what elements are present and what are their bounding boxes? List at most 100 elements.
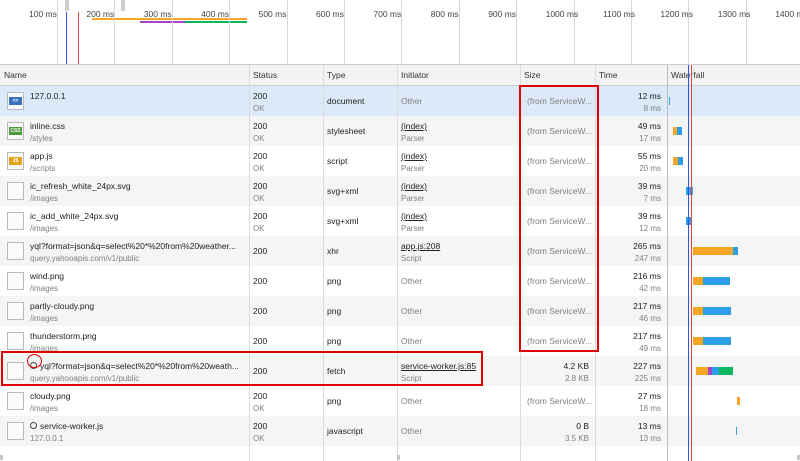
- request-name-line: ic_add_white_24px.svg: [30, 211, 248, 221]
- name-cell[interactable]: cloudy.png/images: [0, 386, 249, 416]
- overview-tick-label: 1000 ms: [545, 9, 579, 19]
- waterfall-bar-segment[interactable]: [719, 367, 733, 375]
- request-path: /styles: [30, 134, 53, 143]
- size-cell: 4.2 KB 2.8 KB: [520, 356, 595, 386]
- image-file-icon: [7, 392, 24, 410]
- request-name: 127.0.0.1: [30, 91, 66, 101]
- status-text: OK: [253, 134, 265, 143]
- table-row[interactable]: yql?format=json&q=select%20*%20from%20we…: [0, 236, 800, 266]
- waterfall-bar-segment[interactable]: [736, 427, 737, 435]
- latency-time: 12 ms: [639, 224, 661, 233]
- column-header-size[interactable]: Size: [520, 65, 595, 85]
- total-time: 27 ms: [637, 391, 661, 401]
- column-divider[interactable]: [249, 65, 250, 461]
- overview-left-handle[interactable]: [65, 0, 69, 11]
- overview-tick-label: 300 ms: [143, 9, 172, 19]
- table-row[interactable]: CSS inline.css/styles 200 OK stylesheet (inde…: [0, 116, 800, 146]
- waterfall-bar-segment[interactable]: [733, 247, 738, 255]
- name-cell[interactable]: ic_refresh_white_24px.svg/images: [0, 176, 249, 206]
- time-cell: 39 ms 12 ms: [595, 206, 667, 236]
- size-cell: 0 B 3.5 KB: [520, 416, 595, 446]
- waterfall-bar-segment[interactable]: [693, 277, 703, 285]
- table-row[interactable]: cloudy.png/images 200 OK png Other (from Serv…: [0, 386, 800, 416]
- waterfall-bar-segment[interactable]: [703, 307, 731, 315]
- latency-time: 18 ms: [639, 404, 661, 413]
- table-row[interactable]: ic_add_white_24px.svg/images 200 OK svg+xml…: [0, 206, 800, 236]
- waterfall-bar-segment[interactable]: [737, 397, 740, 405]
- network-request-table[interactable]: Name Status Type Initiator Size Time Wat…: [0, 64, 800, 461]
- initiator-link[interactable]: (index): [401, 211, 520, 221]
- js-file-icon: JS: [7, 152, 24, 170]
- initiator-link[interactable]: (index): [401, 121, 520, 131]
- request-name-line: partly-cloudy.png: [30, 301, 248, 311]
- initiator-link[interactable]: (index): [401, 181, 520, 191]
- image-file-icon: [7, 182, 24, 200]
- overview-bar-download: [185, 21, 247, 23]
- name-cell[interactable]: <> 127.0.0.1: [0, 86, 249, 116]
- type-cell: script: [327, 156, 348, 166]
- waterfall-bar-segment[interactable]: [703, 277, 730, 285]
- initiator-text: Other: [401, 276, 423, 286]
- column-divider[interactable]: [397, 65, 398, 461]
- status-text: OK: [253, 194, 265, 203]
- status-code: 200: [253, 276, 268, 286]
- file-type-badge: <>: [9, 97, 22, 105]
- name-cell[interactable]: ic_add_white_24px.svg/images: [0, 206, 249, 236]
- initiator-link[interactable]: app.js:208: [401, 241, 520, 251]
- size-column-highlight-box: [519, 85, 599, 352]
- total-time: 12 ms: [637, 91, 661, 101]
- waterfall-bar-segment[interactable]: [677, 127, 682, 135]
- column-header-waterfall[interactable]: Waterfall: [667, 65, 800, 85]
- column-header-name[interactable]: Name: [0, 65, 249, 85]
- type-cell: svg+xml: [327, 216, 359, 226]
- waterfall-bar-segment[interactable]: [703, 337, 731, 345]
- waterfall-bar-segment[interactable]: [712, 367, 719, 375]
- image-file-icon: [7, 272, 24, 290]
- css-file-icon: CSS: [7, 122, 24, 140]
- overview-right-handle[interactable]: [121, 0, 125, 11]
- table-row[interactable]: ic_refresh_white_24px.svg/images 200 OK svg…: [0, 176, 800, 206]
- latency-time: 42 ms: [639, 284, 661, 293]
- name-cell[interactable]: CSS inline.css/styles: [0, 116, 249, 146]
- table-row[interactable]: service-worker.js 127.0.0.1 200 OK javascrip…: [0, 416, 800, 446]
- column-divider[interactable]: [667, 65, 668, 461]
- waterfall-bar-segment[interactable]: [669, 97, 670, 105]
- request-path: /images: [30, 194, 59, 203]
- bottom-mid-grip[interactable]: [397, 455, 400, 460]
- column-header-type[interactable]: Type: [323, 65, 397, 85]
- status-code: 200: [253, 91, 268, 101]
- table-row[interactable]: wind.png/images 200 png Other (from ServiceW…: [0, 266, 800, 296]
- name-cell[interactable]: JS app.js/scripts: [0, 146, 249, 176]
- overview-timeline[interactable]: 100 ms 200 ms 300 ms 400 ms 500 ms 600 ms 700 …: [0, 0, 800, 64]
- waterfall-bar-segment[interactable]: [696, 367, 708, 375]
- waterfall-bar-segment[interactable]: [693, 337, 703, 345]
- latency-time: 49 ms: [639, 344, 661, 353]
- request-name: thunderstorm.png: [30, 331, 97, 341]
- name-cell[interactable]: yql?format=json&q=select%20*%20from%20we…: [0, 236, 249, 266]
- gear-icon: [30, 422, 37, 430]
- initiator-link[interactable]: (index): [401, 151, 520, 161]
- waterfall-bar-segment[interactable]: [678, 157, 683, 165]
- overview-tick-line: [57, 0, 58, 64]
- initiator-text: Other: [401, 306, 423, 316]
- table-row[interactable]: <> 127.0.0.1 200 OK document Other (from Servi…: [0, 86, 800, 116]
- column-header-status[interactable]: Status: [249, 65, 323, 85]
- column-divider[interactable]: [323, 65, 324, 461]
- overview-tick-label: 400 ms: [201, 9, 230, 19]
- table-row[interactable]: partly-cloudy.png/images 200 png Other (from…: [0, 296, 800, 326]
- status-text: OK: [253, 224, 265, 233]
- name-cell[interactable]: wind.png/images: [0, 266, 249, 296]
- waterfall-bar-segment[interactable]: [693, 247, 733, 255]
- request-name-line: cloudy.png: [30, 391, 248, 401]
- size-cell: (from ServiceW...: [520, 386, 595, 416]
- bottom-left-grip[interactable]: [0, 455, 3, 460]
- name-cell[interactable]: partly-cloudy.png/images: [0, 296, 249, 326]
- overview-tick-line: [229, 0, 231, 64]
- column-header-initiator[interactable]: Initiator: [397, 65, 520, 85]
- name-cell[interactable]: service-worker.js 127.0.0.1: [0, 416, 249, 446]
- waterfall-bar-segment[interactable]: [693, 307, 703, 315]
- table-row[interactable]: JS app.js/scripts 200 OK script (index) Parser…: [0, 146, 800, 176]
- column-header-time[interactable]: Time: [595, 65, 667, 85]
- status-cell: 200: [249, 266, 323, 296]
- overview-load-line: [78, 12, 79, 64]
